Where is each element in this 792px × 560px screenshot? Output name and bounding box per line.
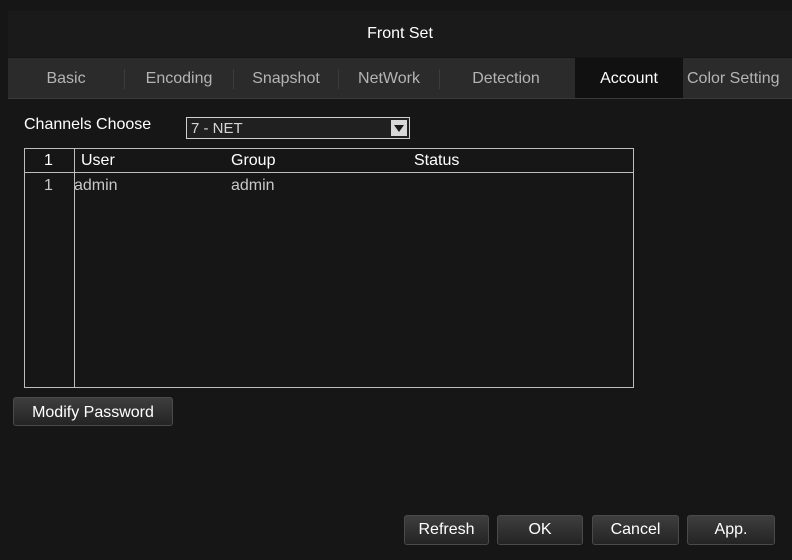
channels-choose-label: Channels Choose: [24, 116, 152, 133]
header-status[interactable]: Status: [414, 152, 459, 170]
channel-select[interactable]: 7 - NET: [186, 117, 410, 139]
row-index: 1: [44, 177, 53, 194]
tab-snapshot[interactable]: Snapshot: [234, 58, 338, 98]
ok-button[interactable]: OK: [497, 515, 583, 545]
account-table: 1 User Group Status 1 admin admin: [24, 148, 634, 388]
dropdown-arrow-icon[interactable]: [391, 120, 407, 136]
modify-password-button[interactable]: Modify Password: [13, 397, 173, 426]
window-title: Front Set: [8, 11, 792, 57]
table-header: 1 User Group Status: [25, 149, 633, 173]
cancel-button[interactable]: Cancel: [592, 515, 679, 545]
header-group[interactable]: Group: [231, 152, 275, 170]
row-group: admin: [231, 177, 275, 194]
header-user[interactable]: User: [81, 152, 115, 170]
tab-bar: Basic Encoding Snapshot NetWork Detectio…: [8, 58, 792, 99]
channel-selected-value: 7 - NET: [191, 120, 243, 137]
tab-account[interactable]: Account: [575, 58, 683, 98]
apply-button[interactable]: App.: [687, 515, 775, 545]
table-row[interactable]: 1 admin admin: [25, 175, 633, 197]
tab-basic[interactable]: Basic: [8, 58, 124, 98]
header-index: 1: [44, 152, 53, 169]
tab-color-setting[interactable]: Color Setting: [683, 58, 792, 98]
refresh-button[interactable]: Refresh: [404, 515, 489, 545]
tab-encoding[interactable]: Encoding: [125, 58, 233, 98]
tab-network[interactable]: NetWork: [339, 58, 439, 98]
front-set-window: Front Set Basic Encoding Snapshot NetWor…: [0, 0, 792, 560]
tab-detection[interactable]: Detection: [440, 58, 572, 98]
row-user: admin: [74, 177, 118, 194]
